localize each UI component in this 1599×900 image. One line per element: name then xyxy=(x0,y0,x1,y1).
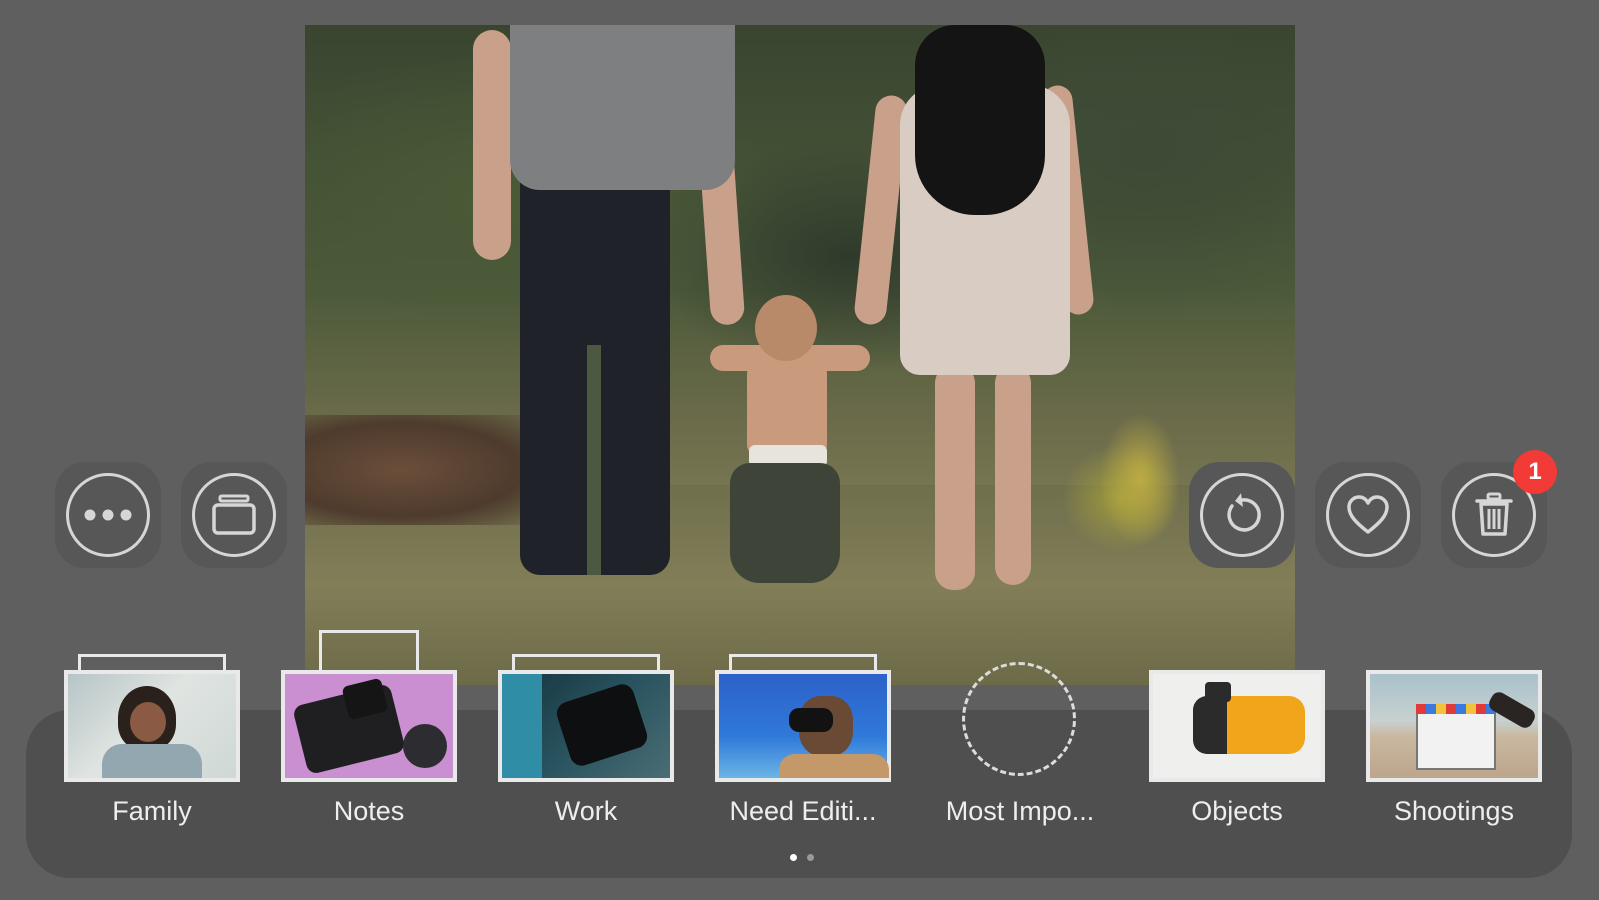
heart-icon xyxy=(1347,495,1389,534)
album-label: Work xyxy=(554,796,618,826)
undo-rotate-icon xyxy=(1227,493,1261,532)
album-family[interactable]: Family xyxy=(64,654,240,827)
favorite-button[interactable] xyxy=(1315,462,1421,568)
album-thumbnail xyxy=(1149,670,1325,782)
album-label: Notes xyxy=(333,796,405,826)
photo-man-shirt xyxy=(510,25,735,190)
album-label: Shootings xyxy=(1393,796,1515,826)
album-stack xyxy=(1149,660,1325,790)
album-thumbnail xyxy=(1366,670,1542,782)
more-dots-icon xyxy=(84,509,132,521)
album-thumbnail xyxy=(64,670,240,782)
album-stack xyxy=(498,654,674,790)
album-stack xyxy=(715,654,891,790)
album-thumbnail xyxy=(715,670,891,782)
photo-dirt-bank xyxy=(305,415,545,525)
album-stack xyxy=(932,660,1108,790)
photo-man-arm xyxy=(473,30,511,260)
main-photo[interactable] xyxy=(305,25,1295,685)
trash-button[interactable]: 1 xyxy=(1441,450,1557,568)
photo-child-head xyxy=(755,295,817,361)
undo-button-ring xyxy=(1200,473,1284,557)
album-label: Most Impo... xyxy=(945,796,1095,826)
page-dot-active[interactable] xyxy=(790,854,797,861)
more-button-ring xyxy=(66,473,150,557)
photo-woman-leg xyxy=(995,365,1031,585)
album-objects[interactable]: Objects xyxy=(1149,660,1325,827)
page-indicator[interactable] xyxy=(790,854,814,861)
album-label: Family xyxy=(112,796,192,826)
album-label: Objects xyxy=(1191,796,1283,826)
photo-woman-hair xyxy=(915,25,1045,215)
photo-child-body xyxy=(747,345,827,455)
album-stack xyxy=(1366,660,1542,790)
undo-button[interactable] xyxy=(1189,462,1295,568)
albums-button-ring xyxy=(192,473,276,557)
album-thumbnail xyxy=(281,670,457,782)
trash-count-badge: 1 xyxy=(1513,450,1557,494)
album-shootings[interactable]: Shootings xyxy=(1366,660,1542,827)
album-stack-icon xyxy=(212,494,256,535)
album-stack xyxy=(281,630,457,790)
photo-review-screen: 1 Family Notes Work Need Editi... Most I… xyxy=(0,0,1599,900)
empty-album-placeholder xyxy=(962,662,1076,776)
trash-icon xyxy=(1475,492,1513,536)
albums-button[interactable] xyxy=(181,462,287,568)
album-stack xyxy=(64,654,240,790)
more-button[interactable] xyxy=(55,462,161,568)
album-work[interactable]: Work xyxy=(498,654,674,827)
page-dot[interactable] xyxy=(807,854,814,861)
favorite-button-ring xyxy=(1326,473,1410,557)
photo-man-leg-gap xyxy=(587,345,601,575)
album-label: Need Editi... xyxy=(729,796,877,826)
album-thumbnail xyxy=(498,670,674,782)
album-notes[interactable]: Notes xyxy=(281,630,457,827)
photo-child-pants xyxy=(730,463,840,583)
photo-woman-leg xyxy=(935,365,975,590)
album-need-editing[interactable]: Need Editi... xyxy=(715,654,891,827)
album-most-important[interactable]: Most Impo... xyxy=(932,660,1108,827)
